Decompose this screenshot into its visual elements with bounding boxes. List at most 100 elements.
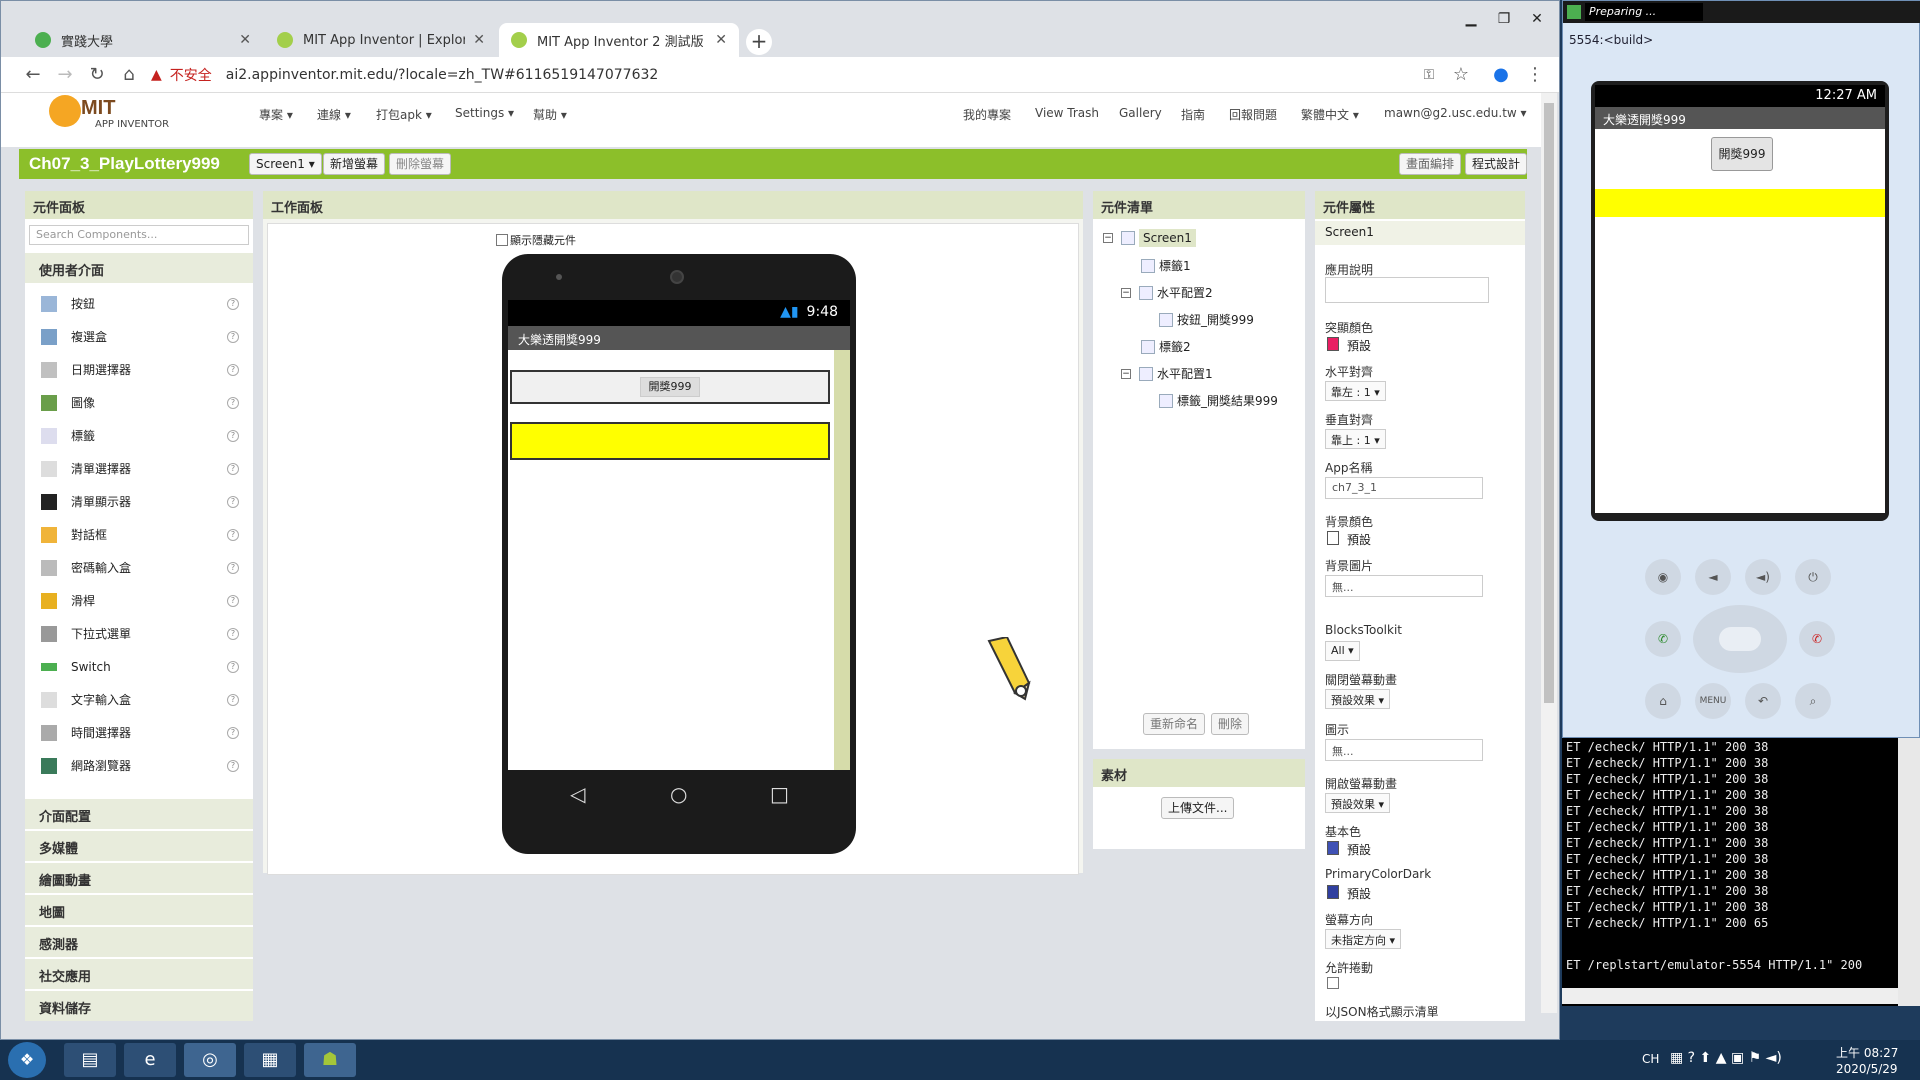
bg-color-swatch[interactable] [1327, 531, 1339, 545]
close-icon[interactable]: ✕ [239, 32, 251, 48]
palette-item-image[interactable]: 圖像? [25, 386, 253, 419]
search-key-icon[interactable]: ⌕ [1795, 683, 1831, 719]
palette-item-spinner[interactable]: 下拉式選單? [25, 617, 253, 650]
tab-shijian[interactable]: 實踐大學 ✕ [23, 23, 263, 57]
reload-icon[interactable]: ↻ [85, 63, 109, 87]
help-icon[interactable]: ? [227, 495, 239, 508]
dpad[interactable] [1693, 605, 1787, 673]
app-name-input[interactable]: ch7_3_1 [1325, 477, 1483, 499]
scrollbar-thumb[interactable] [1544, 103, 1554, 703]
menu-settings[interactable]: Settings ▾ [455, 106, 514, 120]
key-icon[interactable]: ⚿ [1417, 63, 1441, 87]
show-hidden-toggle[interactable]: 顯示隱藏元件 [496, 232, 576, 248]
menu-gallery[interactable]: Gallery [1119, 106, 1162, 120]
horizontal-arrangement-1[interactable] [510, 422, 830, 460]
file-explorer-icon[interactable]: ▤ [64, 1043, 116, 1077]
console-vscrollbar[interactable] [1898, 738, 1920, 1006]
tree-node-harr1[interactable]: − 水平配置1 [1121, 365, 1213, 382]
close-icon[interactable]: ✕ [715, 32, 727, 48]
palette-item-checkbox[interactable]: 複選盒? [25, 320, 253, 353]
menu-connect[interactable]: 連線 ▾ [317, 106, 351, 123]
palette-item-label[interactable]: 標籤? [25, 419, 253, 452]
camera-button-icon[interactable]: ◉ [1645, 559, 1681, 595]
tree-node-result-label[interactable]: 標籤_開獎結果999 [1159, 392, 1278, 409]
category-sensors[interactable]: 感測器 [25, 927, 253, 957]
help-icon[interactable]: ? [227, 330, 239, 343]
palette-item-notifier[interactable]: 對話框? [25, 518, 253, 551]
accent-color-swatch[interactable] [1327, 337, 1339, 351]
primary-color-swatch[interactable] [1327, 841, 1339, 855]
minimize-button[interactable]: ▁ [1456, 11, 1486, 31]
help-icon[interactable]: ? [227, 528, 239, 541]
close-animation-select[interactable]: 預設效果 ▾ [1325, 689, 1391, 709]
checkbox[interactable] [496, 234, 508, 246]
ie-icon[interactable]: e [124, 1043, 176, 1077]
page-scrollbar[interactable] [1541, 93, 1557, 1013]
tray-icons[interactable]: ▦ ? ⬆ ▲ ▣ ⚑ ◄) [1670, 1050, 1782, 1066]
android-icon[interactable]: ☗ [304, 1043, 356, 1077]
category-maps[interactable]: 地圖 [25, 895, 253, 925]
menu-key[interactable]: MENU [1695, 683, 1731, 719]
palette-item-textbox[interactable]: 文字輸入盒? [25, 683, 253, 716]
bookmark-star-icon[interactable]: ☆ [1449, 63, 1473, 87]
tree-node-harr2[interactable]: − 水平配置2 [1121, 284, 1213, 301]
category-media[interactable]: 多媒體 [25, 831, 253, 861]
bg-image-input[interactable]: 無... [1325, 575, 1483, 597]
profile-icon[interactable]: ● [1489, 63, 1513, 87]
palette-item-listview[interactable]: 清單顯示器? [25, 485, 253, 518]
help-icon[interactable]: ? [227, 561, 239, 574]
console-hscrollbar[interactable] [1562, 988, 1898, 1004]
scrollable-checkbox[interactable] [1327, 977, 1339, 989]
palette-item-switch[interactable]: Switch? [25, 650, 253, 683]
tab-app-inventor[interactable]: MIT App Inventor 2 測試版 ✕ [499, 23, 739, 57]
blocks-button[interactable]: 程式設計 [1465, 153, 1528, 175]
help-icon[interactable]: ? [227, 429, 239, 442]
palette-item-timepicker[interactable]: 時間選擇器? [25, 716, 253, 749]
start-button-icon[interactable]: ❖ [8, 1042, 46, 1078]
menu-account[interactable]: mawn@g2.usc.edu.tw ▾ [1384, 106, 1527, 120]
palette-item-button[interactable]: 按鈕? [25, 287, 253, 320]
menu-my-projects[interactable]: 我的專案 [963, 106, 1011, 123]
back-icon[interactable]: ← [21, 63, 45, 87]
lottery-button[interactable]: 開獎999 [640, 377, 700, 397]
volume-down-icon[interactable]: ◄ [1695, 559, 1731, 595]
about-textarea[interactable] [1325, 277, 1489, 303]
maximize-button[interactable]: ❐ [1489, 11, 1519, 31]
ai-logo[interactable]: MIT APP INVENTOR [49, 93, 179, 133]
align-vertical-select[interactable]: 靠上 : 1 ▾ [1325, 429, 1386, 449]
horizontal-arrangement-2[interactable]: 開獎999 [510, 370, 830, 404]
primary-dark-swatch[interactable] [1327, 885, 1339, 899]
power-icon[interactable]: ⏻ [1795, 559, 1831, 595]
forward-icon[interactable]: → [53, 63, 77, 87]
menu-build[interactable]: 打包apk ▾ [376, 106, 432, 123]
help-icon[interactable]: ? [227, 297, 239, 310]
home-key-icon[interactable]: ⌂ [1645, 683, 1681, 719]
volume-up-icon[interactable]: ◄) [1745, 559, 1781, 595]
menu-report[interactable]: 回報問題 [1229, 106, 1277, 123]
chrome-icon[interactable]: ◎ [184, 1043, 236, 1077]
delete-button[interactable]: 刪除 [1211, 713, 1250, 735]
blocks-toolkit-select[interactable]: All ▾ [1325, 641, 1360, 661]
remove-screen-button[interactable]: 刪除螢幕 [389, 153, 452, 175]
help-icon[interactable]: ? [227, 627, 239, 640]
screen-select[interactable]: Screen1 ▾ [249, 153, 322, 175]
help-icon[interactable]: ? [227, 726, 239, 739]
tree-node-screen1[interactable]: − Screen1 [1103, 229, 1196, 247]
add-screen-button[interactable]: 新增螢幕 [323, 153, 386, 175]
orientation-select[interactable]: 未指定方向 ▾ [1325, 929, 1402, 949]
designer-button[interactable]: 畫面編排 [1399, 153, 1462, 175]
category-social[interactable]: 社交應用 [25, 959, 253, 989]
input-language[interactable]: CH [1642, 1052, 1659, 1066]
collapse-icon[interactable]: − [1121, 368, 1131, 379]
help-icon[interactable]: ? [227, 759, 239, 772]
palette-item-listpicker[interactable]: 清單選擇器? [25, 452, 253, 485]
palette-item-passwordtextbox[interactable]: 密碼輸入盒? [25, 551, 253, 584]
back-key-icon[interactable]: ↶ [1745, 683, 1781, 719]
emulator-lottery-button[interactable]: 開獎999 [1711, 137, 1773, 171]
tree-node-label2[interactable]: 標籤2 [1141, 338, 1191, 355]
help-icon[interactable]: ? [227, 363, 239, 376]
category-storage[interactable]: 資料儲存 [25, 991, 253, 1021]
close-window-button[interactable]: ✕ [1522, 11, 1552, 31]
help-icon[interactable]: ? [227, 594, 239, 607]
upload-file-button[interactable]: 上傳文件... [1161, 797, 1235, 819]
